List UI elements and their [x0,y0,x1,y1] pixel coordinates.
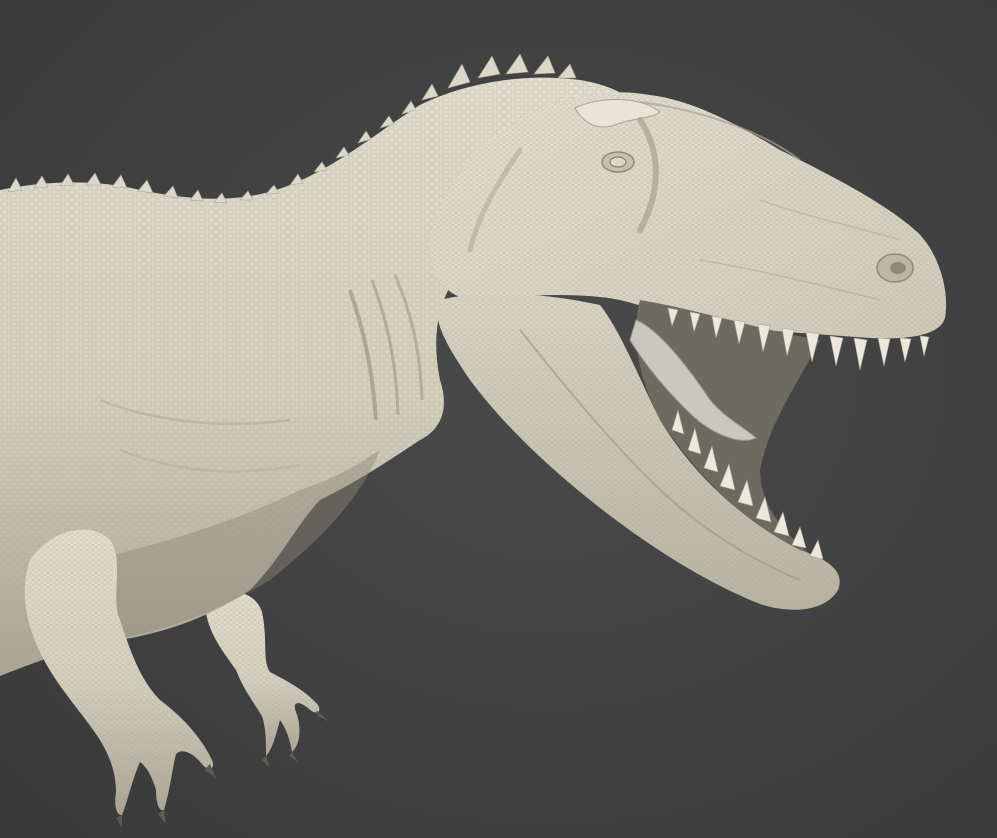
dinosaur-sculpt [0,0,997,838]
sculpt-viewport [0,0,997,838]
